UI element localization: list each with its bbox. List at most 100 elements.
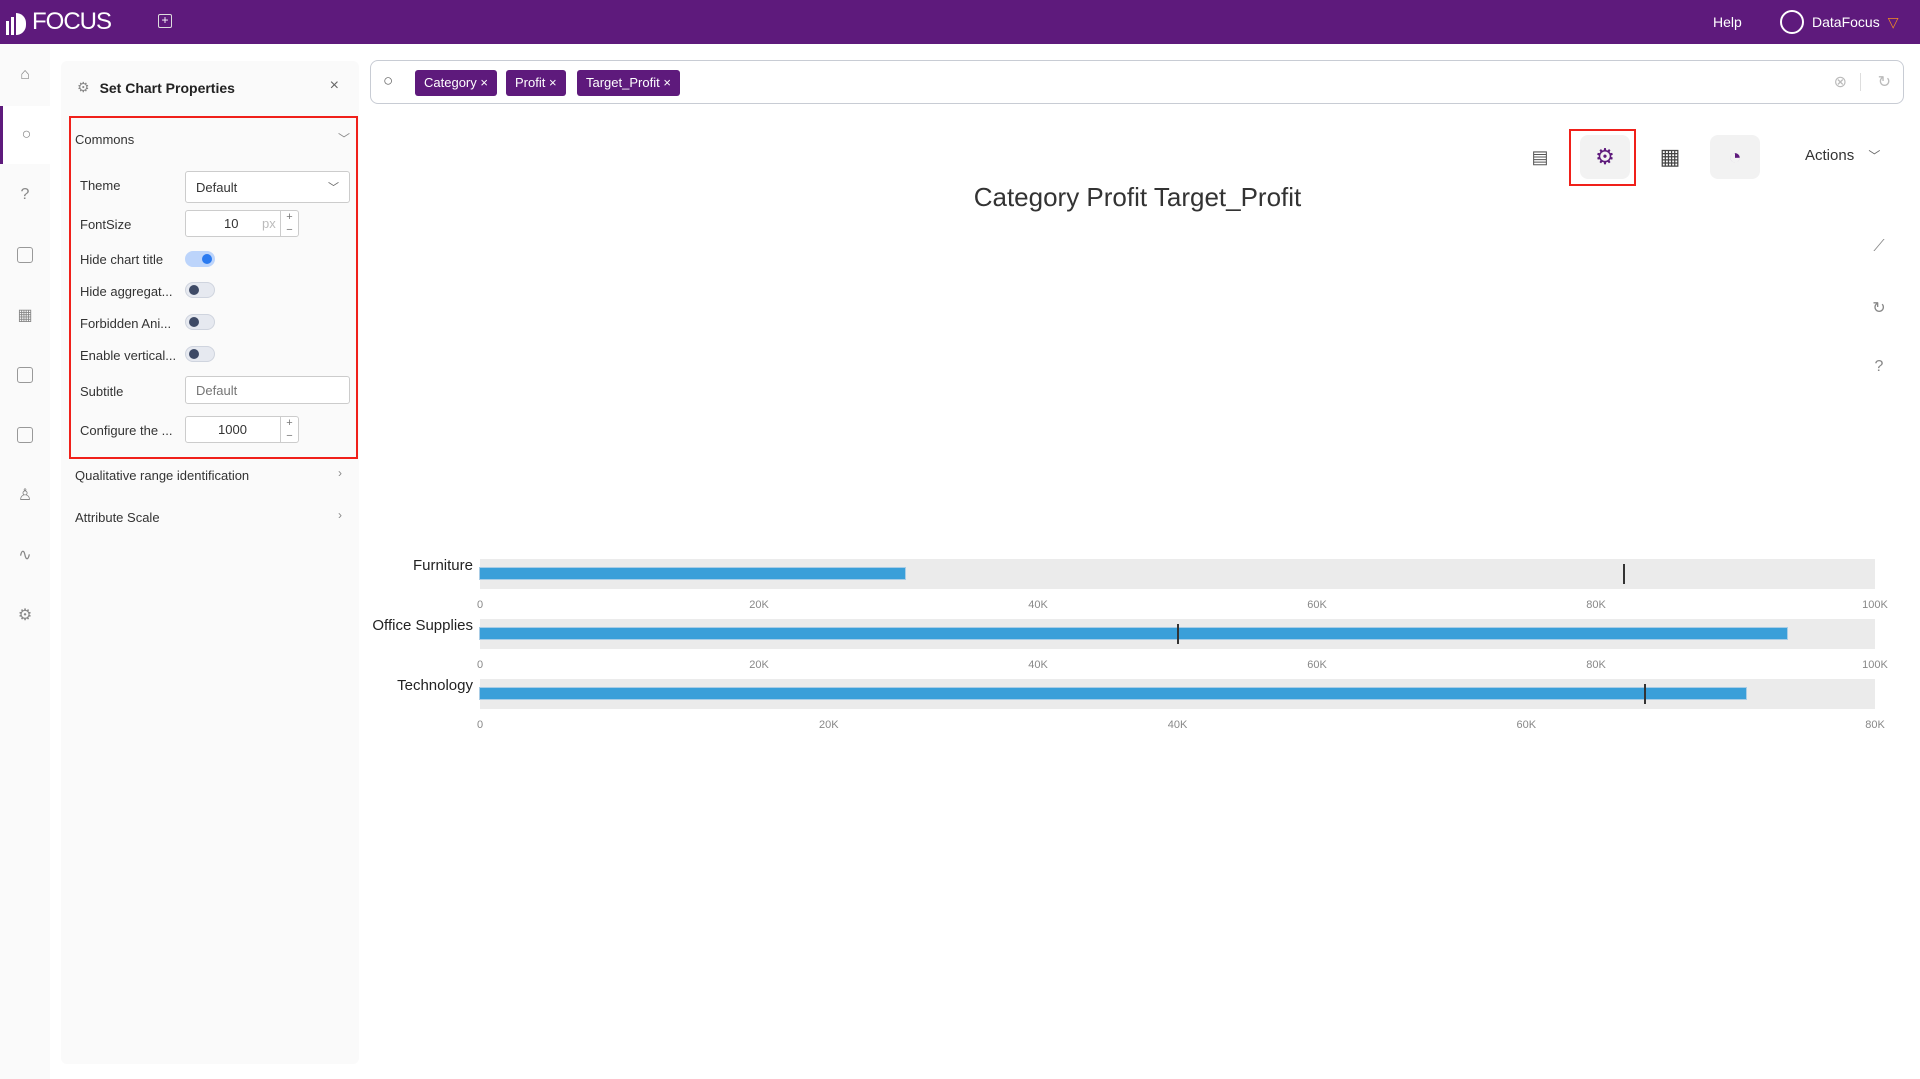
target-marker[interactable]	[1622, 564, 1625, 584]
nav-home[interactable]: ⌂	[0, 46, 50, 104]
axis-tick-label: 40K	[1028, 599, 1048, 611]
folder-icon	[17, 367, 33, 383]
configure-label: Configure the ...	[80, 423, 173, 438]
enable-vertical-toggle[interactable]	[185, 346, 215, 362]
divider	[1860, 73, 1861, 91]
add-tab-icon[interactable]: +	[158, 14, 172, 28]
category-label: Technology	[397, 677, 473, 694]
trend-icon[interactable]: ⟋	[1870, 238, 1888, 256]
nav-search[interactable]: ○	[0, 106, 50, 164]
forbidden-animation-toggle[interactable]	[185, 314, 215, 330]
axis-tick-label: 100K	[1862, 659, 1888, 671]
chart-type-button[interactable]: ◔	[1710, 135, 1760, 179]
gear-icon: ⚙	[17, 607, 33, 624]
axis-tick-label: 20K	[749, 659, 769, 671]
toggle-knob	[189, 285, 199, 295]
axis-tick-label: 20K	[749, 599, 769, 611]
nav-monitor[interactable]: ∿	[0, 526, 50, 584]
axis-tick-label: 60K	[1516, 719, 1537, 731]
target-marker[interactable]	[1176, 624, 1179, 644]
subtitle-input[interactable]	[185, 376, 350, 404]
value-bar[interactable]	[480, 568, 906, 579]
panel-header: ⚙ Set Chart Properties	[77, 79, 235, 96]
logo[interactable]: FOCUS	[6, 8, 112, 36]
section-qualitative-range[interactable]: Qualitative range identification	[75, 468, 249, 483]
grid-icon: ▦	[1659, 144, 1681, 169]
presentation-icon	[17, 247, 33, 263]
fontsize-stepper[interactable]: + −	[280, 211, 298, 236]
user-icon: ♙	[17, 487, 33, 504]
remove-icon[interactable]: ×	[663, 75, 671, 90]
value-bar[interactable]	[480, 628, 1788, 639]
search-bar[interactable]: ○ Category × Profit × Target_Profit × ⊗ …	[370, 60, 1904, 104]
clear-icon[interactable]: ⊗	[1834, 72, 1847, 92]
top-bar: FOCUS + Help DataFocus ▽	[0, 0, 1920, 44]
remove-icon[interactable]: ×	[480, 75, 488, 90]
toggle-knob	[189, 317, 199, 327]
refresh-icon[interactable]: ↻	[1878, 72, 1891, 92]
axis-tick-label: 40K	[1028, 659, 1048, 671]
fontsize-input[interactable]: 10 px + −	[185, 210, 299, 237]
category-label: Office Supplies	[372, 617, 473, 634]
configure-input[interactable]: 1000 + −	[185, 416, 299, 443]
remove-icon[interactable]: ×	[549, 75, 557, 90]
help-link[interactable]: Help	[1713, 14, 1742, 30]
actions-menu[interactable]: Actions ﹀	[1805, 147, 1880, 164]
close-icon[interactable]: ×	[330, 77, 339, 95]
toggle-label-hide-title: Hide chart title	[80, 252, 164, 267]
actions-label: Actions	[1805, 147, 1855, 164]
configure-value: 1000	[218, 422, 247, 437]
search-chip-target-profit[interactable]: Target_Profit ×	[577, 70, 680, 96]
gear-icon: ⚙	[77, 79, 90, 95]
panel-title: Set Chart Properties	[99, 79, 235, 96]
axis-tick-label: 60K	[1307, 599, 1327, 611]
configure-stepper[interactable]: + −	[280, 417, 298, 442]
clipboard-icon	[17, 427, 33, 443]
vip-gem-icon: ▽	[1887, 13, 1899, 30]
nav-user[interactable]: ♙	[0, 466, 50, 524]
axis-tick-label: 60K	[1307, 659, 1327, 671]
nav-settings[interactable]: ⚙	[0, 586, 50, 644]
value-bar[interactable]	[480, 688, 1746, 699]
chip-label: Category	[424, 75, 477, 90]
receipt-icon: ▤	[1531, 146, 1549, 167]
range-band	[480, 619, 1875, 649]
nav-presentation[interactable]	[0, 226, 50, 284]
chart-data-button[interactable]: ▤	[1515, 135, 1565, 179]
highlight-box	[1569, 129, 1636, 186]
nav-table[interactable]: ▦	[0, 286, 50, 344]
search-chip-profit[interactable]: Profit ×	[506, 70, 566, 96]
fontsize-label: FontSize	[80, 217, 132, 232]
axis-tick-label: 80K	[1865, 719, 1885, 731]
range-band	[480, 559, 1875, 589]
help-icon[interactable]: ?	[1870, 358, 1888, 376]
nav-folder[interactable]	[0, 346, 50, 404]
search-chip-category[interactable]: Category ×	[415, 70, 497, 96]
section-commons[interactable]: Commons	[75, 132, 134, 147]
toggle-label-hide-aggregation: Hide aggregat...	[80, 284, 173, 299]
axis-tick-label: 100K	[1862, 599, 1888, 611]
table-view-button[interactable]: ▦	[1645, 135, 1695, 179]
user-menu[interactable]: DataFocus ▽	[1780, 10, 1898, 34]
refresh-icon[interactable]: ↻	[1870, 298, 1888, 317]
chevron-right-icon[interactable]: ›	[338, 508, 342, 522]
nav-clipboard[interactable]	[0, 406, 50, 464]
chevron-right-icon[interactable]: ›	[338, 466, 342, 480]
chip-label: Target_Profit	[586, 75, 660, 90]
fontsize-unit: px	[262, 216, 276, 231]
hide-chart-title-toggle[interactable]	[185, 251, 215, 267]
fontsize-value: 10	[224, 216, 239, 231]
user-avatar-icon	[1780, 10, 1804, 34]
target-marker[interactable]	[1643, 684, 1646, 704]
toggle-knob	[202, 254, 212, 264]
user-name: DataFocus	[1812, 14, 1880, 30]
section-attribute-scale[interactable]: Attribute Scale	[75, 510, 160, 525]
toggle-label-forbidden-animation: Forbidden Ani...	[80, 316, 172, 331]
logo-icon	[6, 9, 26, 35]
axis-tick-label: 40K	[1167, 719, 1188, 731]
chart-title: Category Profit Target_Profit	[973, 182, 1302, 212]
axis-tick-label: 0	[476, 719, 484, 731]
chip-label: Profit	[515, 75, 546, 90]
hide-aggregation-toggle[interactable]	[185, 282, 215, 298]
chevron-down-icon[interactable]: ﹀	[338, 130, 350, 147]
